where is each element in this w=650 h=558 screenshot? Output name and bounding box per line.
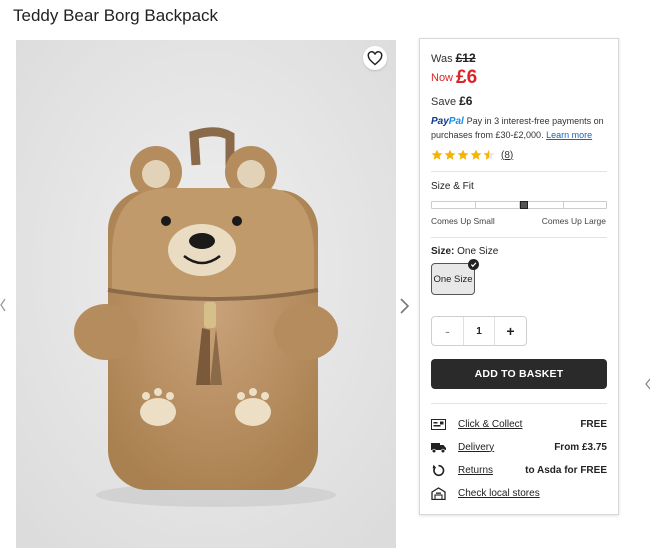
divider: [431, 403, 607, 404]
was-price: £12: [455, 51, 476, 65]
rating-stars: [431, 149, 495, 161]
was-price-row: Was £12: [431, 51, 476, 65]
quantity-value[interactable]: 1: [464, 317, 494, 345]
save-row: Save £6: [431, 94, 472, 108]
delivery-link[interactable]: Delivery: [458, 442, 494, 453]
product-image-gallery[interactable]: [16, 40, 396, 548]
local-stores-row: Check local stores: [431, 485, 607, 501]
returns-icon: [431, 464, 446, 477]
wishlist-button[interactable]: [363, 46, 387, 70]
quantity-increase-button[interactable]: +: [494, 317, 526, 345]
star-icon: [483, 149, 495, 160]
store-icon: [431, 486, 446, 500]
save-label: Save: [431, 96, 457, 108]
fit-tick: [475, 202, 476, 208]
now-price-row: Now £6: [431, 67, 477, 89]
returns-row: Returns to Asda for FREE: [431, 462, 607, 478]
review-count[interactable]: (8): [501, 150, 513, 161]
chevron-left-icon[interactable]: [645, 378, 650, 390]
was-label: Was: [431, 53, 453, 65]
size-option-one-size[interactable]: One Size: [431, 259, 479, 295]
truck-icon: [431, 441, 446, 454]
click-collect-link[interactable]: Click & Collect: [458, 419, 522, 430]
star-icon: [444, 149, 456, 160]
fit-large-label: Comes Up Large: [541, 216, 606, 226]
star-icon: [431, 149, 443, 160]
now-label: Now: [431, 72, 454, 84]
check-icon: [468, 259, 479, 270]
next-image-arrow[interactable]: [397, 296, 411, 316]
size-label-title: Size:: [431, 246, 455, 257]
paypal-logo-pal: Pal: [448, 116, 464, 127]
size-fit-scale: [431, 201, 607, 209]
size-label: Size: One Size: [431, 246, 498, 257]
fit-tick: [563, 202, 564, 208]
size-fit-label: Size & Fit: [431, 181, 474, 192]
paypal-learn-more-link[interactable]: Learn more: [546, 130, 592, 140]
check-local-stores-link[interactable]: Check local stores: [458, 488, 540, 499]
star-icon: [470, 149, 482, 160]
returns-link[interactable]: Returns: [458, 465, 493, 476]
paypal-message: PayPal Pay in 3 interest-free payments o…: [431, 115, 613, 141]
product-image: [16, 40, 396, 548]
size-option-label: One Size: [433, 273, 473, 285]
selected-size: One Size: [457, 246, 499, 257]
now-price: £6: [456, 67, 478, 88]
divider: [431, 237, 607, 238]
quantity-stepper: - 1 +: [431, 316, 527, 346]
page-title: Teddy Bear Borg Backpack: [13, 6, 219, 25]
heart-icon: [367, 50, 383, 65]
quantity-decrease-button[interactable]: -: [432, 317, 464, 345]
paypal-logo-pay: Pay: [431, 116, 449, 127]
click-collect-icon: [431, 418, 446, 431]
divider: [431, 171, 607, 172]
chevron-left-icon[interactable]: [0, 298, 6, 312]
star-icon: [457, 149, 469, 160]
returns-value: to Asda for FREE: [525, 464, 607, 476]
purchase-panel: Was £12 Now £6 Save £6 PayPal Pay in 3 inte…: [419, 38, 619, 515]
click-collect-value: FREE: [580, 418, 607, 430]
delivery-value: From £3.75: [554, 441, 607, 453]
star-rating[interactable]: (8): [431, 149, 513, 161]
delivery-row: Delivery From £3.75: [431, 439, 607, 455]
fit-small-label: Comes Up Small: [431, 216, 495, 226]
paypal-logo: PayPal: [431, 116, 467, 127]
fit-marker: [520, 201, 528, 209]
click-collect-row: Click & Collect FREE: [431, 416, 607, 432]
add-to-basket-button[interactable]: ADD TO BASKET: [431, 359, 607, 389]
save-amount: £6: [459, 94, 473, 108]
